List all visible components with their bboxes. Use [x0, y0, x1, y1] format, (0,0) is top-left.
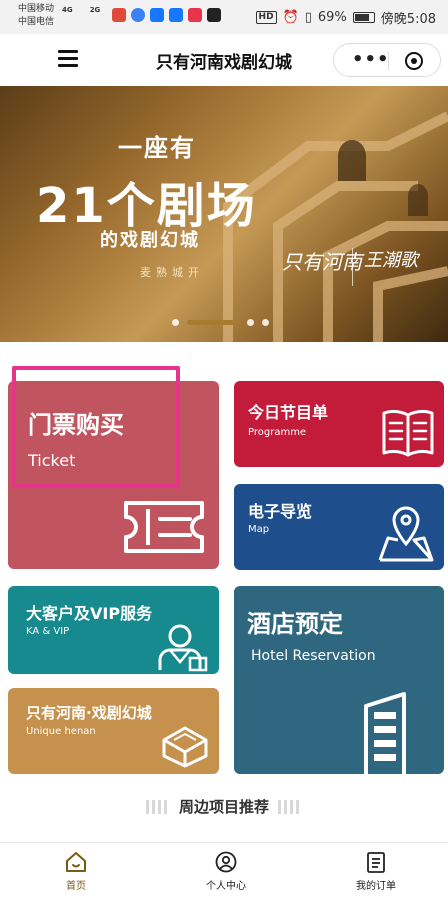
carousel-dot[interactable]: [262, 319, 269, 326]
nearby-projects-header: 周边项目推荐: [0, 796, 448, 817]
e-guide-map-tile[interactable]: 电子导览 Map: [234, 484, 444, 570]
banner-tagline: 麦熟城开: [140, 266, 204, 279]
browser-notification-icon: [131, 8, 145, 22]
battery-icon: [352, 12, 375, 23]
nav-bar: 只有河南戏剧幻城 •••: [0, 34, 448, 86]
carrier-labels: 中国移动 中国电信: [18, 3, 54, 29]
home-icon: [66, 852, 86, 872]
tab-label: 首页: [66, 881, 86, 892]
app-notification-icon-3: [207, 8, 221, 22]
vip-service-tile[interactable]: 大客户及VIP服务 KA & VIP: [8, 586, 219, 674]
alipay-notification-icon-2: [169, 8, 183, 22]
app-notification-icon-2: [188, 8, 202, 22]
tab-home[interactable]: 首页: [31, 851, 121, 892]
ticket-icon: [124, 501, 204, 553]
capsule-divider: [388, 52, 389, 70]
order-list-icon: [367, 852, 385, 873]
programme-tile[interactable]: 今日节目单 Programme: [234, 381, 444, 467]
network-indicators: 4G 2G: [62, 6, 100, 14]
carrier-2: 中国电信: [18, 17, 55, 27]
bottom-tab-bar: 首页 个人中心 我的订单: [0, 842, 448, 902]
tab-orders[interactable]: 我的订单: [331, 851, 421, 892]
tab-label: 个人中心: [206, 881, 246, 892]
tile-subtitle: KA & VIP: [26, 626, 70, 637]
notification-icons: [112, 8, 221, 22]
decorative-bars-left: [145, 799, 170, 814]
section-title: 周边项目推荐: [178, 798, 269, 816]
banner-headline-1: 一座有: [118, 134, 196, 162]
status-bar: 中国移动 中国电信 4G 2G HD ⏰ ▯ 69% 傍晚5:08: [0, 0, 448, 34]
tab-label: 我的订单: [356, 881, 396, 892]
hd-badge: HD: [255, 11, 277, 24]
unique-henan-tile[interactable]: 只有河南·戏剧幻城 Unique henan: [8, 688, 219, 774]
alarm-icon: ⏰: [282, 10, 299, 25]
vibrate-icon: ▯: [304, 10, 312, 25]
tile-subtitle: Map: [248, 524, 270, 535]
user-icon: [215, 851, 237, 873]
only-henan-logo: 只有河南: [282, 250, 362, 274]
status-right: HD ⏰ ▯ 69% 傍晚5:08: [255, 8, 436, 27]
theater-city-icon: [162, 726, 208, 768]
tile-title: 大客户及VIP服务: [26, 604, 153, 623]
tile-title: 只有河南·戏剧幻城: [26, 704, 152, 722]
carousel-dot[interactable]: [247, 319, 254, 326]
miniprogram-capsule: •••: [333, 43, 441, 77]
alipay-notification-icon: [150, 8, 164, 22]
battery-percent: 69%: [317, 10, 347, 25]
carousel-indicators: [172, 319, 269, 326]
more-button[interactable]: •••: [352, 51, 390, 69]
selection-highlight: [12, 366, 180, 488]
close-miniprogram-button[interactable]: [405, 52, 423, 70]
carousel-dot-active[interactable]: [187, 320, 239, 325]
clock: 傍晚5:08: [380, 12, 436, 27]
hero-banner[interactable]: 一座有 21个剧场 的戏剧幻城 麦熟城开 只有河南 王潮歌: [0, 86, 448, 342]
app-notification-icon: [112, 8, 126, 22]
network-1: 4G: [62, 6, 73, 14]
decorative-bars-right: [278, 799, 303, 814]
customer-service-icon: [158, 624, 208, 672]
network-2: 2G: [89, 6, 101, 14]
tile-title: 今日节目单: [248, 403, 329, 422]
map-pin-icon: [378, 506, 434, 562]
logo-separator: [352, 248, 353, 286]
building-icon: [364, 692, 406, 774]
tile-subtitle: Unique henan: [26, 726, 96, 737]
carrier-1: 中国移动: [18, 4, 55, 14]
tab-profile[interactable]: 个人中心: [181, 851, 271, 892]
hotel-reservation-tile[interactable]: 酒店预定 Hotel Reservation: [234, 586, 444, 774]
wang-chaoge-logo: 王潮歌: [364, 250, 418, 271]
tile-title: 电子导览: [248, 502, 313, 521]
tile-title: 酒店预定: [247, 610, 343, 638]
banner-headline-3: 的戏剧幻城: [100, 230, 200, 251]
book-icon: [382, 409, 434, 457]
carousel-dot[interactable]: [172, 319, 179, 326]
tile-subtitle: Hotel Reservation: [251, 648, 376, 664]
tile-subtitle: Programme: [248, 427, 307, 438]
